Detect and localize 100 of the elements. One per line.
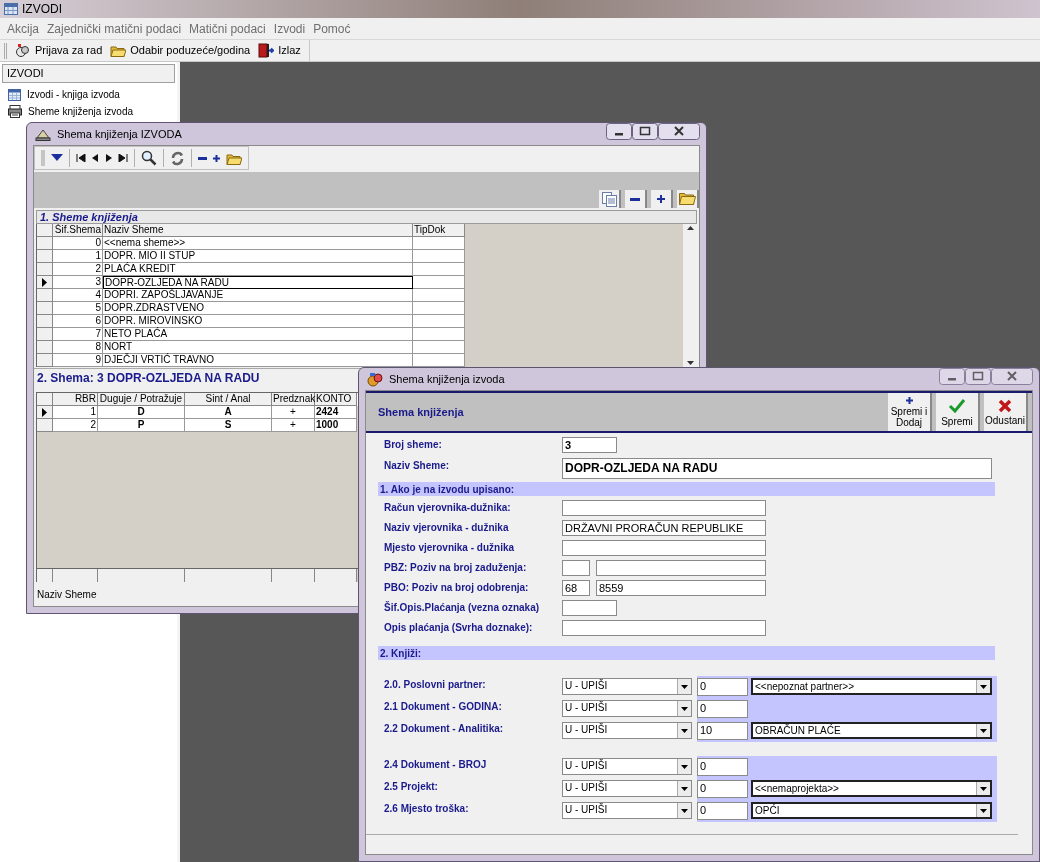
dropdown[interactable]: <<nemaprojekta>> [751, 780, 992, 797]
input-field[interactable]: 0 [697, 780, 748, 798]
toolbar-button[interactable] [677, 190, 699, 208]
scroll-up-icon[interactable] [686, 226, 694, 230]
toolbar-button[interactable]: Odustani [984, 393, 1028, 431]
toolbar-button[interactable]: Odabir poduzeće/godina [110, 42, 251, 59]
previous-record-icon[interactable] [92, 154, 99, 162]
section-header: 2. Knjiži: [378, 646, 995, 660]
input-field[interactable]: 8559 [596, 580, 766, 596]
window-title: Shema knjiženja izvoda [389, 371, 505, 387]
input-field[interactable]: 0 [697, 802, 748, 820]
minus-icon [630, 197, 640, 201]
input-field[interactable]: 0 [697, 700, 748, 718]
next-record-icon[interactable] [105, 154, 112, 162]
calendar-icon [8, 88, 21, 101]
field-label: Naziv Sheme: [383, 459, 451, 473]
input-field[interactable]: 0 [697, 758, 748, 776]
dropdown[interactable]: OPĆI [751, 802, 992, 819]
row-header[interactable] [37, 406, 53, 419]
toolbar-button[interactable] [599, 190, 621, 208]
input-field[interactable] [562, 500, 766, 516]
menu-item[interactable]: Matični podaci [186, 19, 269, 38]
dropdown-arrow-icon [681, 786, 688, 791]
dropdown[interactable]: U - UPIŠI [562, 758, 692, 775]
toolbar-button[interactable]: Spremi i Dodaj [888, 393, 932, 431]
input-field[interactable] [596, 560, 766, 576]
dropdown[interactable]: OBRAČUN PLAĆE [751, 722, 992, 739]
first-record-icon[interactable] [76, 154, 86, 162]
minimize-icon[interactable] [939, 368, 965, 385]
toolbar-button[interactable]: Spremi [936, 393, 980, 431]
input-field[interactable] [562, 560, 590, 576]
dropdown[interactable]: U - UPIŠI [562, 802, 692, 819]
input-field[interactable]: 0 [697, 678, 748, 696]
table-cell: + [272, 419, 315, 432]
input-field[interactable]: 68 [562, 580, 590, 596]
column-header[interactable]: TipDok [413, 224, 465, 237]
minimize-icon[interactable] [606, 123, 632, 140]
table-cell: 2424 [315, 406, 357, 419]
toolbar-button[interactable]: Izlaz [258, 42, 301, 59]
plus-icon[interactable] [213, 154, 220, 162]
handle-icon [41, 150, 45, 166]
search-icon[interactable] [141, 150, 157, 166]
input-field[interactable]: DOPR-OZLJEDA NA RADU [562, 458, 992, 479]
last-record-icon[interactable] [118, 154, 128, 162]
close-icon[interactable] [658, 123, 700, 140]
footer-cell [272, 569, 315, 582]
input-field[interactable]: 3 [562, 437, 617, 453]
sidebar-item[interactable]: Izvodi - knjiga izvoda [0, 86, 177, 103]
table-cell: 9 [53, 354, 103, 367]
column-header[interactable]: Šif.Shema [53, 224, 103, 237]
maximize-icon[interactable] [965, 368, 991, 385]
refresh-icon[interactable] [170, 150, 185, 166]
field-label: 2.6 Mjesto troška: [383, 802, 470, 816]
table-cell: 3 [53, 276, 103, 289]
dropdown-arrow-icon [980, 728, 987, 733]
menu-item[interactable]: Pomoć [310, 19, 354, 38]
footer-cell [53, 569, 98, 582]
dropdown[interactable]: U - UPIŠI [562, 678, 692, 695]
maximize-icon[interactable] [632, 123, 658, 140]
scroll-down-icon[interactable] [686, 361, 694, 365]
column-header[interactable]: Predznak [272, 393, 315, 406]
toolbar-button[interactable] [651, 190, 673, 208]
row-header[interactable] [37, 276, 53, 289]
input-field[interactable] [562, 620, 766, 636]
dropdown[interactable]: U - UPIŠI [562, 722, 692, 739]
column-header[interactable]: RBR [53, 393, 98, 406]
table-cell: DOPR. MIROVINSKO [103, 315, 413, 328]
dropdown-arrow-icon [681, 684, 688, 689]
field-label: 2.2 Dokument - Analitika: [383, 722, 505, 736]
row-pointer-icon [42, 407, 47, 417]
input-field[interactable] [562, 600, 617, 616]
table-cell: 1000 [315, 419, 357, 432]
input-field[interactable]: DRŽAVNI PRORAČUN REPUBLIKE [562, 520, 766, 536]
column-header[interactable]: Sint / Anal [185, 393, 272, 406]
sidebar-item[interactable]: Sheme knjiženja izvoda [0, 103, 177, 120]
menu-item[interactable]: Akcija [4, 19, 42, 38]
column-header[interactable]: Duguje / Potražuje [98, 393, 185, 406]
field-label: PBO: Poziv na broj odobrenja: [383, 581, 530, 595]
table-cell: S [185, 419, 272, 432]
status-text: Naziv Sheme [37, 587, 97, 602]
table-cell: DOPR.ZDRASTVENO [103, 302, 413, 315]
field-label: 2.0. Poslovni partner: [383, 678, 487, 692]
toolbar-button[interactable]: Prijava za rad [15, 42, 103, 59]
dropdown-arrow-icon[interactable] [51, 154, 63, 162]
menu-item[interactable]: Izvodi [270, 19, 309, 38]
folder-icon[interactable] [226, 151, 242, 165]
column-header[interactable]: Naziv Sheme [103, 224, 413, 237]
close-icon[interactable] [991, 368, 1033, 385]
field-label: 2.5 Projekt: [383, 780, 439, 794]
dropdown[interactable]: U - UPIŠI [562, 700, 692, 717]
dropdown[interactable]: U - UPIŠI [562, 780, 692, 797]
column-header[interactable]: KONTO [315, 393, 357, 406]
app-window-icon [4, 3, 18, 15]
toolbar-button[interactable] [625, 190, 647, 208]
table-cell: 1 [53, 406, 98, 419]
dropdown[interactable]: <<nepoznat partner>> [751, 678, 992, 695]
minus-icon[interactable] [198, 156, 207, 160]
input-field[interactable]: 10 [697, 722, 748, 740]
input-field[interactable] [562, 540, 766, 556]
menu-item[interactable]: Zajednički matični podaci [44, 19, 185, 38]
